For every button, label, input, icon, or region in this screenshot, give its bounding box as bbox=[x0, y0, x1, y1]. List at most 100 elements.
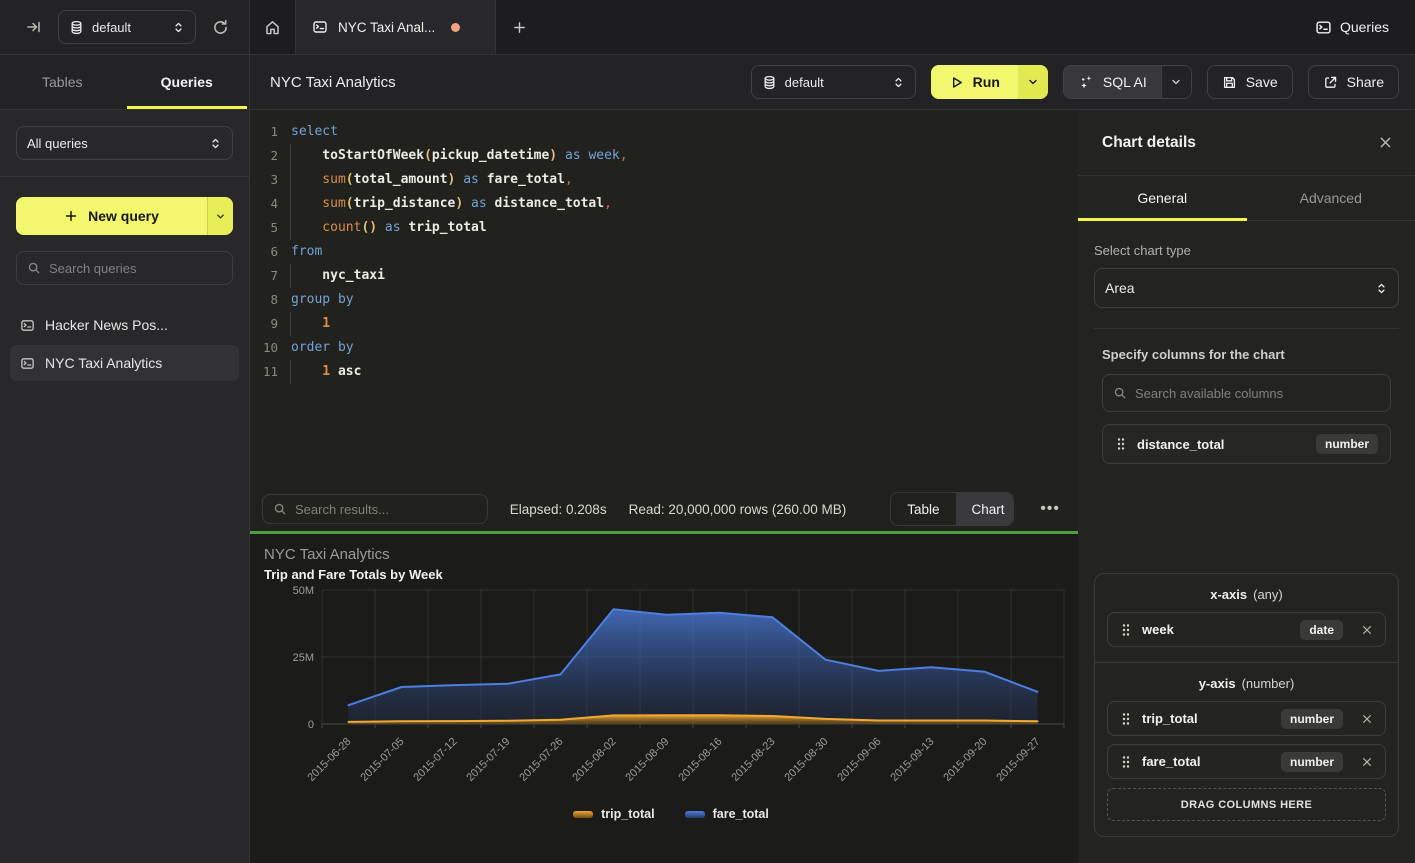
close-icon bbox=[1361, 713, 1373, 725]
sql-ai-main[interactable]: SQL AI bbox=[1064, 66, 1161, 98]
chart-details-title: Chart details bbox=[1102, 134, 1196, 152]
svg-text:2015-09-27: 2015-09-27 bbox=[994, 736, 1042, 784]
x-axis-header: x-axis(any) bbox=[1107, 587, 1386, 602]
results-more-button[interactable]: ••• bbox=[1036, 500, 1064, 518]
close-panel-button[interactable] bbox=[1378, 135, 1393, 150]
query-title: NYC Taxi Analytics bbox=[270, 74, 396, 91]
svg-text:2015-09-13: 2015-09-13 bbox=[888, 736, 936, 784]
legend-item-fare_total[interactable]: fare_total bbox=[685, 807, 769, 821]
tab-general[interactable]: General bbox=[1078, 176, 1247, 220]
chart-type-label: Select chart type bbox=[1094, 243, 1399, 258]
legend-item-trip_total[interactable]: trip_total bbox=[573, 807, 654, 821]
search-results-box bbox=[262, 494, 488, 524]
y-axis-hint: (number) bbox=[1242, 676, 1295, 691]
collapse-sidebar-button[interactable] bbox=[20, 13, 48, 41]
code-line[interactable]: 2 toStartOfWeek(pickup_datetime) as week… bbox=[250, 144, 1078, 168]
line-number: 1 bbox=[250, 120, 278, 144]
share-button[interactable]: Share bbox=[1308, 65, 1399, 99]
drag-columns-dropzone[interactable]: DRAG COLUMNS HERE bbox=[1107, 788, 1386, 821]
new-query-caret[interactable] bbox=[207, 197, 233, 235]
queries-top-button[interactable]: Queries bbox=[1303, 0, 1415, 54]
chart-type-dropdown[interactable]: Area bbox=[1094, 268, 1399, 308]
home-button[interactable] bbox=[250, 0, 296, 54]
toggle-chart[interactable]: Chart bbox=[956, 493, 1015, 525]
query-list-item[interactable]: Hacker News Pos... bbox=[10, 307, 239, 343]
toggle-table[interactable]: Table bbox=[891, 493, 955, 525]
tab-title: NYC Taxi Anal... bbox=[338, 20, 435, 35]
tab-nyc-taxi-analytics[interactable]: NYC Taxi Anal... bbox=[296, 0, 496, 54]
sidebar-tab-queries[interactable]: Queries bbox=[125, 55, 250, 109]
save-button[interactable]: Save bbox=[1207, 65, 1293, 99]
details-divider bbox=[1094, 328, 1399, 329]
code-line[interactable]: 3 sum(total_amount) as fare_total, bbox=[250, 168, 1078, 192]
search-results-input[interactable] bbox=[295, 502, 477, 517]
remove-column-button[interactable] bbox=[1361, 713, 1373, 725]
run-database-selector[interactable]: default bbox=[751, 65, 916, 99]
code-line[interactable]: 1 select bbox=[250, 120, 1078, 144]
area-chart[interactable]: 025M50M2015-06-282015-07-052015-07-12201… bbox=[264, 582, 1076, 812]
tab-advanced[interactable]: Advanced bbox=[1247, 176, 1415, 220]
search-icon bbox=[27, 261, 41, 275]
drag-handle-icon[interactable] bbox=[1120, 712, 1132, 726]
chevron-down-icon bbox=[215, 211, 226, 222]
code-text: sum(total_amount) as fare_total, bbox=[291, 168, 573, 192]
terminal-icon bbox=[20, 318, 35, 333]
save-icon bbox=[1222, 75, 1237, 90]
code-line[interactable]: 5 count() as trip_total bbox=[250, 216, 1078, 240]
code-line[interactable]: 7 nyc_taxi bbox=[250, 264, 1078, 288]
run-database-value: default bbox=[785, 75, 884, 90]
code-text: toStartOfWeek(pickup_datetime) as week, bbox=[291, 144, 628, 168]
column-item-trip_total[interactable]: trip_totalnumber bbox=[1107, 701, 1386, 736]
drag-handle-icon[interactable] bbox=[1115, 437, 1127, 451]
search-queries-input[interactable] bbox=[49, 261, 222, 276]
terminal-icon bbox=[1315, 19, 1332, 36]
columns-label: Specify columns for the chart bbox=[1102, 347, 1399, 362]
column-item-week[interactable]: weekdate bbox=[1107, 612, 1386, 647]
code-line[interactable]: 11 1 asc bbox=[250, 360, 1078, 384]
run-button[interactable]: Run bbox=[931, 65, 1048, 99]
sql-editor[interactable]: 1 select2 toStartOfWeek(pickup_datetime) … bbox=[250, 110, 1078, 487]
drag-handle-icon[interactable] bbox=[1120, 755, 1132, 769]
chevron-updown-icon bbox=[209, 137, 222, 150]
code-line[interactable]: 9 1 bbox=[250, 312, 1078, 336]
search-icon bbox=[1113, 386, 1127, 400]
column-item-distance_total[interactable]: distance_totalnumber bbox=[1102, 424, 1391, 464]
code-line[interactable]: 10order by bbox=[250, 336, 1078, 360]
refresh-button[interactable] bbox=[206, 13, 235, 42]
new-tab-button[interactable] bbox=[496, 0, 542, 54]
search-columns-input[interactable] bbox=[1135, 386, 1380, 401]
code-line[interactable]: 8group by bbox=[250, 288, 1078, 312]
sidebar-tab-tables[interactable]: Tables bbox=[0, 55, 125, 109]
sidebar-tabs: Tables Queries bbox=[0, 55, 250, 109]
remove-column-button[interactable] bbox=[1361, 756, 1373, 768]
svg-text:25M: 25M bbox=[293, 652, 314, 664]
run-button-main[interactable]: Run bbox=[931, 65, 1018, 99]
database-selector[interactable]: default bbox=[58, 10, 196, 44]
code-line[interactable]: 4 sum(trip_distance) as distance_total, bbox=[250, 192, 1078, 216]
database-icon bbox=[69, 20, 84, 35]
line-number: 11 bbox=[250, 360, 278, 384]
query-filter-dropdown[interactable]: All queries bbox=[16, 126, 233, 160]
sql-ai-caret[interactable] bbox=[1161, 66, 1191, 98]
sql-ai-button[interactable]: SQL AI bbox=[1063, 65, 1192, 99]
new-query-button[interactable]: New query bbox=[16, 197, 233, 235]
svg-text:2015-07-26: 2015-07-26 bbox=[517, 736, 565, 784]
collapse-sidebar-icon bbox=[26, 19, 42, 35]
legend-label: trip_total bbox=[601, 807, 654, 821]
y-axis-label: y-axis bbox=[1199, 676, 1236, 691]
code-line[interactable]: 6from bbox=[250, 240, 1078, 264]
query-list-item[interactable]: NYC Taxi Analytics bbox=[10, 345, 239, 381]
new-query-main[interactable]: New query bbox=[16, 197, 207, 235]
chevron-down-icon bbox=[1170, 76, 1182, 88]
workspace: All queries New query bbox=[0, 110, 1415, 863]
drag-handle-icon[interactable] bbox=[1120, 623, 1132, 637]
column-item-fare_total[interactable]: fare_totalnumber bbox=[1107, 744, 1386, 779]
run-options-caret[interactable] bbox=[1018, 65, 1048, 99]
svg-text:2015-06-28: 2015-06-28 bbox=[305, 736, 353, 784]
queries-top-label: Queries bbox=[1340, 19, 1389, 35]
axes-config-box: x-axis(any) weekdate y-axis (number) trip… bbox=[1094, 573, 1399, 837]
remove-column-button[interactable] bbox=[1361, 624, 1373, 636]
database-icon bbox=[762, 75, 777, 90]
code-text: select bbox=[291, 120, 338, 144]
chevron-updown-icon bbox=[1375, 282, 1388, 295]
